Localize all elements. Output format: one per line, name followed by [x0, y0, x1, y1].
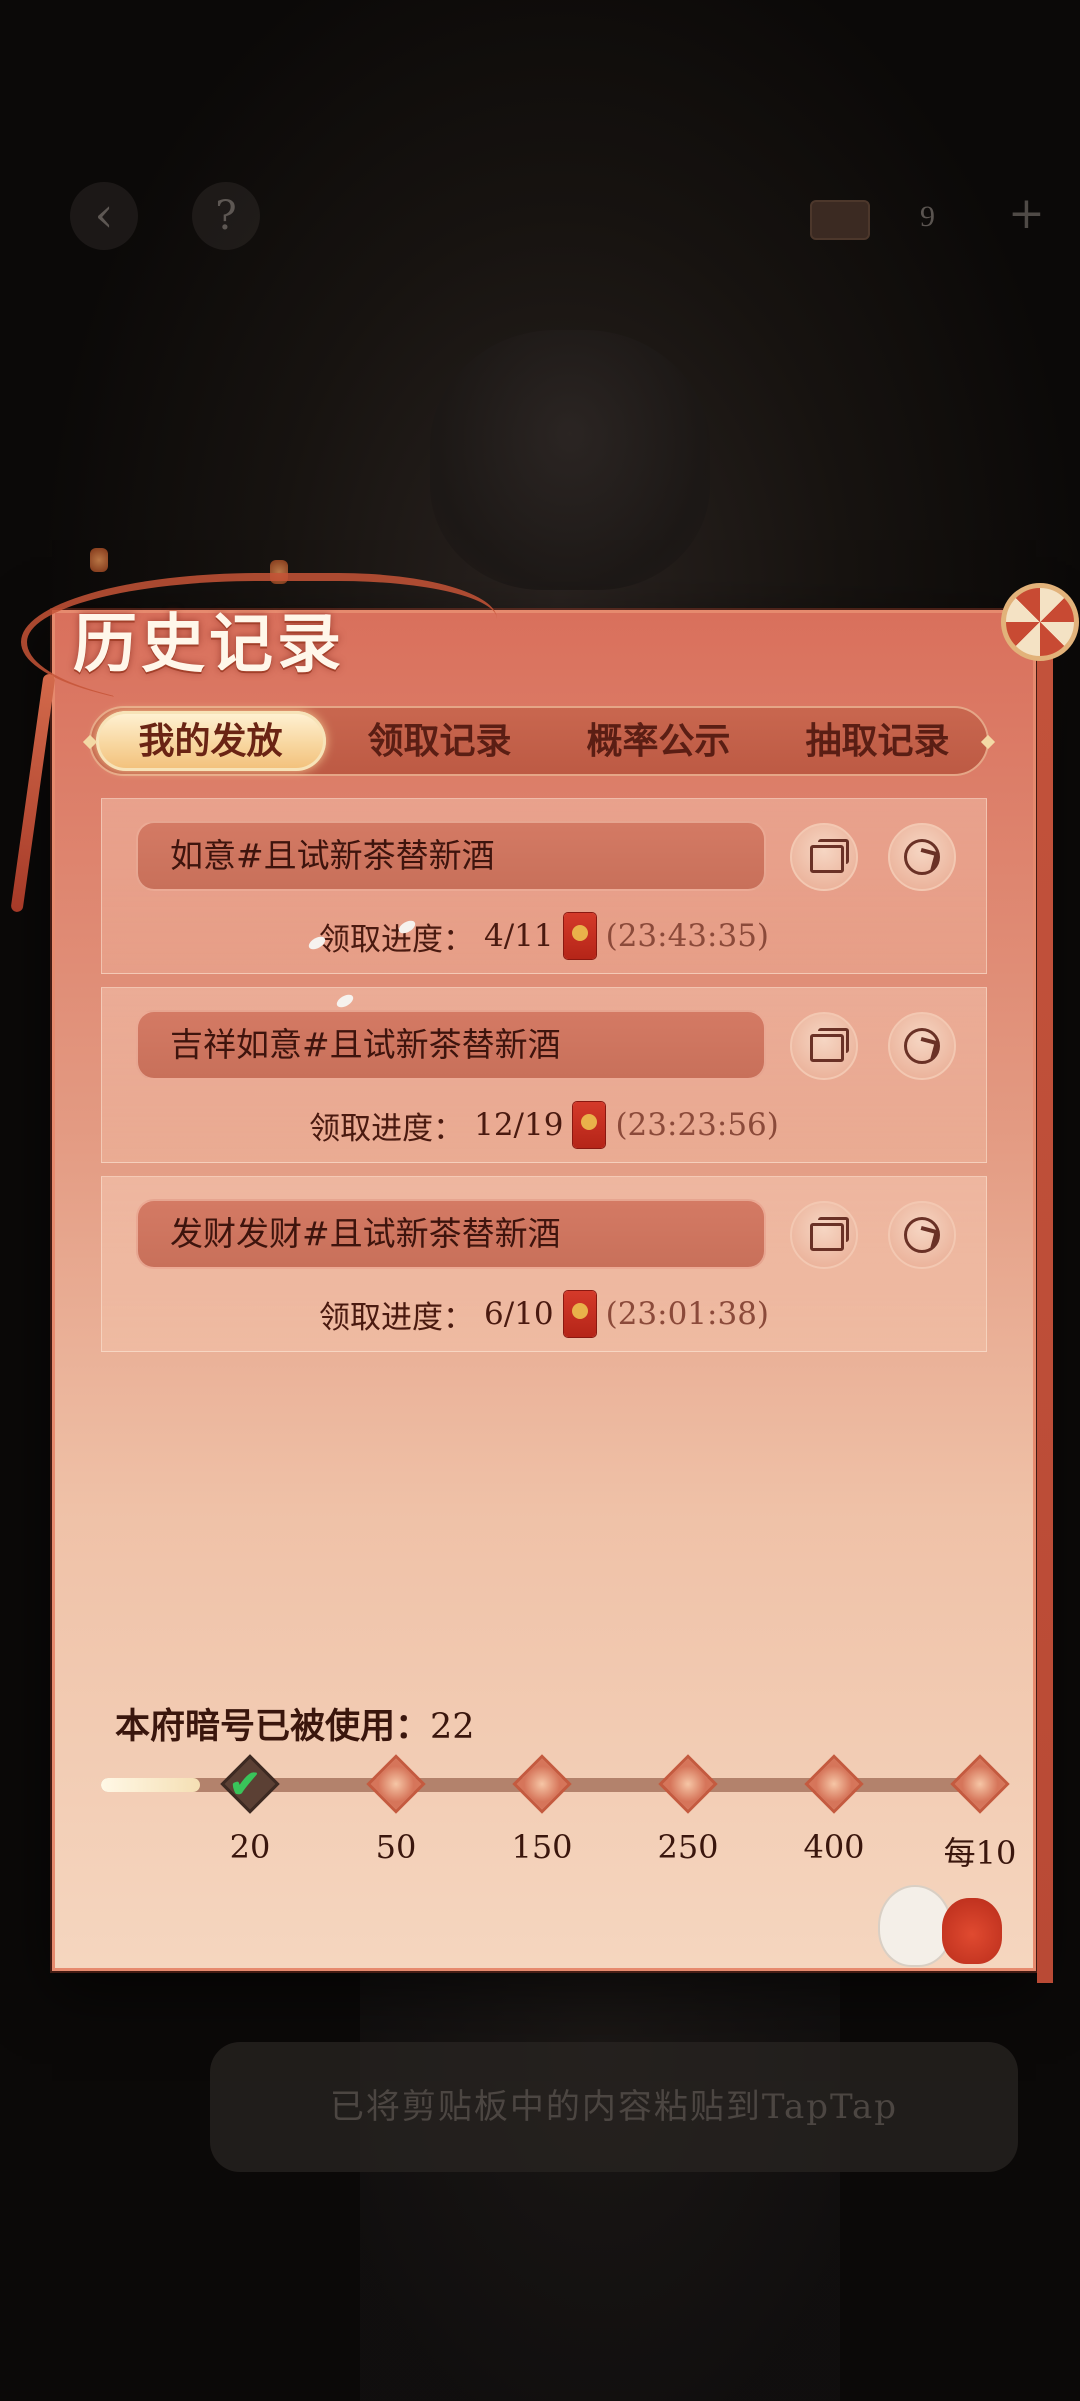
release-time: (23:23:56) — [615, 1107, 779, 1143]
progress-value: 4/11 — [483, 918, 554, 954]
milestone-label: 400 — [803, 1828, 865, 1866]
release-time: (23:43:35) — [605, 918, 770, 954]
record-item: 如意#且试新茶替新酒 领取进度： 4/11 (23:43:35) — [101, 798, 987, 974]
copy-button[interactable] — [790, 1201, 858, 1269]
panel-edge-decoration — [1037, 643, 1053, 1983]
mascot-character — [878, 1885, 952, 1967]
copy-icon — [810, 1217, 849, 1251]
progress-label: 领取进度： — [318, 1299, 474, 1336]
claim-progress: 领取进度： 4/11 (23:43:35) — [102, 911, 986, 961]
game-screen: ‹ ? 9 + 历史记录 我的发放 领取记录 概率公示 抽取记录 如意#且试新茶… — [0, 0, 1080, 2401]
claim-progress: 领取进度： 12/19 (23:23:56) — [102, 1100, 986, 1150]
progress-label: 领取进度： — [318, 921, 474, 958]
red-packet-icon — [563, 1291, 596, 1337]
tab-my-release[interactable]: 我的发放 — [95, 711, 326, 771]
progress-label: 领取进度： — [309, 1110, 465, 1147]
progress-value: 6/10 — [483, 1296, 554, 1332]
tab-draw-records[interactable]: 抽取记录 — [773, 711, 983, 771]
milestone-label: 20 — [229, 1828, 271, 1866]
lantern-icon — [90, 548, 108, 572]
milestone-node[interactable] — [950, 1754, 1010, 1814]
back-arrow-icon[interactable]: ‹ — [70, 182, 138, 250]
milestone-node[interactable] — [804, 1754, 864, 1814]
record-item: 吉祥如意#且试新茶替新酒 领取进度： 12/19 (23:23:56) — [101, 987, 987, 1163]
share-button[interactable] — [888, 823, 956, 891]
help-button[interactable]: ? — [192, 182, 260, 250]
background-robe — [360, 1960, 840, 2401]
code-text: 如意#且试新茶替新酒 — [136, 821, 766, 891]
red-packet-icon — [573, 1102, 606, 1148]
milestone-label: 250 — [657, 1828, 719, 1866]
copy-icon — [810, 839, 849, 873]
usage-counter: 本府暗号已被使用：22 — [115, 1698, 475, 1749]
tab-claim-records[interactable]: 领取记录 — [335, 711, 545, 771]
toast-message: 已将剪贴板中的内容粘贴到TapTap — [210, 2042, 1018, 2172]
milestone-node[interactable] — [512, 1754, 572, 1814]
red-packet-icon — [563, 913, 596, 959]
history-panel: 历史记录 我的发放 领取记录 概率公示 抽取记录 如意#且试新茶替新酒 领取进度… — [10, 573, 1079, 1983]
tab-probability[interactable]: 概率公示 — [554, 711, 764, 771]
tab-bar: 我的发放 领取记录 概率公示 抽取记录 — [82, 706, 996, 776]
background-character — [430, 330, 710, 590]
copy-icon — [810, 1028, 849, 1062]
release-time: (23:01:38) — [605, 1296, 770, 1332]
usage-value: 22 — [430, 1707, 475, 1747]
record-item: 发财发财#且试新茶替新酒 领取进度： 6/10 (23:01:38) — [101, 1176, 987, 1352]
usage-label: 本府暗号已被使用： — [115, 1706, 431, 1747]
copy-button[interactable] — [790, 823, 858, 891]
code-text: 吉祥如意#且试新茶替新酒 — [136, 1010, 766, 1080]
share-button[interactable] — [888, 1201, 956, 1269]
ribbon-tail-decoration — [10, 673, 56, 913]
check-icon: ✔ — [229, 1761, 261, 1806]
lucky-bag-icon — [942, 1898, 1002, 1964]
chest-icon — [810, 200, 870, 240]
progress-value: 12/19 — [474, 1107, 564, 1143]
tab-bar-ornament — [980, 734, 996, 750]
code-text: 发财发财#且试新茶替新酒 — [136, 1199, 766, 1269]
add-currency-button[interactable]: + — [1008, 188, 1045, 239]
milestone-label: 150 — [511, 1828, 573, 1866]
milestone-label: 50 — [375, 1828, 417, 1866]
top-bar: ‹ ? 9 + — [0, 160, 1080, 280]
tab-bar-ornament — [82, 734, 98, 750]
copy-button[interactable] — [790, 1012, 858, 1080]
close-fan-icon[interactable] — [1001, 583, 1079, 661]
milestone-node[interactable] — [658, 1754, 718, 1814]
currency-count: 9 — [920, 200, 935, 233]
share-icon — [904, 1028, 940, 1064]
panel-title: 历史记录 — [73, 607, 345, 682]
share-icon — [904, 1217, 940, 1253]
milestone-label: 每10 — [943, 1834, 1017, 1872]
milestone-node[interactable] — [366, 1754, 426, 1814]
milestone-progress-fill — [101, 1778, 200, 1792]
share-button[interactable] — [888, 1012, 956, 1080]
claim-progress: 领取进度： 6/10 (23:01:38) — [102, 1289, 986, 1339]
share-icon — [904, 839, 940, 875]
